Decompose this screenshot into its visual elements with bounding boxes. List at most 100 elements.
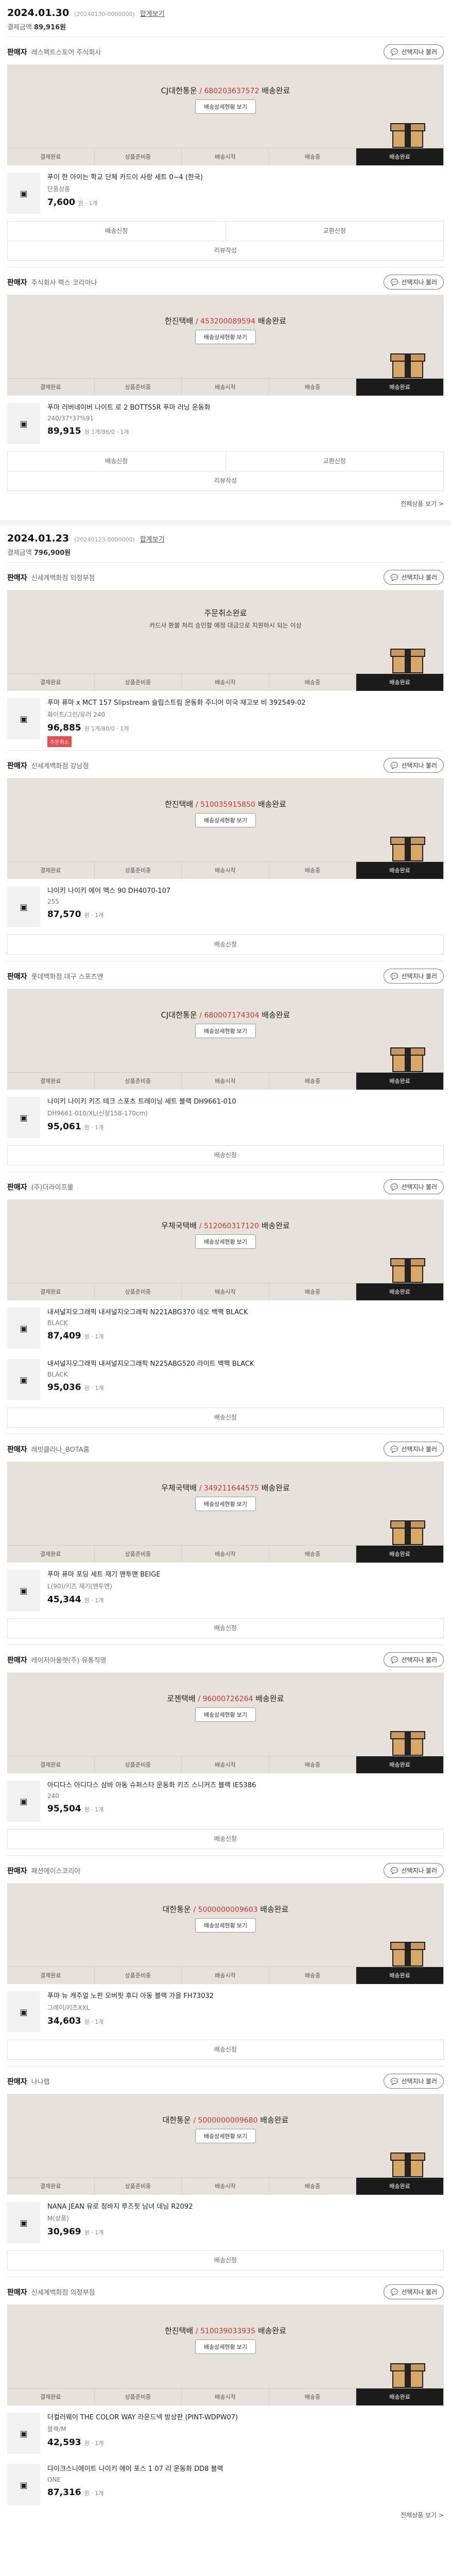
order-item[interactable]: ▣ 푸마 퓨마 포딩 세트 재기 맨투맨 BEIGE L(90)/키즈 재기(맨투맨… bbox=[7, 1563, 444, 1614]
view-all-link[interactable]: 전체상품 보기 > bbox=[7, 497, 444, 515]
product-title[interactable]: 더컬러웨이 THE COLOR WAY 라운드넥 방상판 (PINT-WDPW0… bbox=[47, 2413, 444, 2422]
action-button[interactable]: 교환신청 bbox=[225, 222, 444, 241]
carrier-name: CJ대한통운 bbox=[161, 1010, 197, 1020]
change-shipping-button[interactable]: 💬 선택지나 불러 bbox=[384, 570, 444, 585]
product-option: BLACK bbox=[47, 1319, 68, 1327]
seller-label: 판매자 bbox=[7, 573, 27, 582]
change-shipping-button[interactable]: 💬 선택지나 불러 bbox=[384, 275, 444, 290]
change-shipping-button[interactable]: 💬 선택지나 불러 bbox=[384, 1652, 444, 1667]
product-thumbnail[interactable]: ▣ bbox=[7, 698, 40, 739]
product-thumbnail[interactable]: ▣ bbox=[7, 2413, 40, 2454]
tracking-detail-button[interactable]: 배송상세현황 보기 bbox=[195, 330, 256, 344]
action-button[interactable]: 배송신청 bbox=[8, 935, 443, 954]
price-value: 96,885 bbox=[47, 723, 81, 733]
change-shipping-button[interactable]: 💬 선택지나 불러 bbox=[384, 2284, 444, 2299]
product-thumbnail[interactable]: ▣ bbox=[7, 1991, 40, 2032]
product-thumbnail[interactable]: ▣ bbox=[7, 2202, 40, 2243]
product-title[interactable]: 푸마 퓨마 포딩 세트 재기 맨투맨 BEIGE bbox=[47, 1570, 444, 1580]
tracking-detail-button[interactable]: 배송상세현황 보기 bbox=[195, 2340, 256, 2354]
action-button[interactable]: 배송신청 bbox=[8, 452, 226, 471]
product-title[interactable]: 푸마 뉴 캐주얼 노펀 오버핏 후디 아동 블랙 가을 FH73032 bbox=[47, 1991, 444, 2001]
order-date: 2024.01.23 bbox=[7, 533, 70, 544]
change-shipping-button[interactable]: 💬 선택지나 불러 bbox=[384, 1863, 444, 1878]
action-button[interactable]: 배송신청 bbox=[8, 1619, 443, 1638]
product-thumbnail[interactable]: ▣ bbox=[7, 1097, 40, 1138]
product-title[interactable]: 나이키 나이키 키즈 테크 스포츠 트레이닝 세트 블랙 DH9661-010 bbox=[47, 1097, 444, 1107]
seller-label: 판매자 bbox=[7, 278, 27, 287]
action-button[interactable]: 배송신청 bbox=[8, 1408, 443, 1427]
order-item[interactable]: ▣ 다이크스니에이트 나이키 에어 포스 1 07 리 운동화 DD8 블랙 ONE… bbox=[7, 2457, 444, 2509]
payment-summary: 결제금액 796,900원 bbox=[7, 547, 444, 557]
tracking-detail-button[interactable]: 배송상세현황 보기 bbox=[195, 1234, 256, 1249]
change-shipping-button[interactable]: 💬 선택지나 불러 bbox=[384, 969, 444, 984]
product-thumbnail[interactable]: ▣ bbox=[7, 403, 40, 444]
progress-step: 배송시작 bbox=[182, 1073, 269, 1090]
seller-info: 판매자 래빗클라나_BOTA홈 bbox=[7, 1444, 90, 1454]
order-date: 2024.01.30 bbox=[7, 7, 70, 19]
product-title[interactable]: 푸마 러버네이버 나이트 로 2 BOTTS5R 푸마 러닝 운동화 bbox=[47, 403, 444, 413]
product-title[interactable]: 푸이 한 아이는 학교 단체 카드이 사랑 세트 0~4 (한국) bbox=[47, 173, 444, 182]
order-item[interactable]: ▣ 나이키 나이키 에어 맥스 90 DH4070-107 255 87,570 원 ·… bbox=[7, 879, 444, 930]
item-actions: 배송신청 bbox=[7, 2250, 444, 2270]
action-button[interactable]: 배송신청 bbox=[8, 2040, 443, 2059]
change-shipping-button[interactable]: 💬 선택지나 불러 bbox=[384, 2074, 444, 2089]
product-thumbnail[interactable]: ▣ bbox=[7, 1570, 40, 1611]
action-button[interactable]: 리뷰작성 bbox=[8, 241, 443, 260]
action-button[interactable]: 배송신청 bbox=[8, 1146, 443, 1165]
tracking-detail-button[interactable]: 배송상세현황 보기 bbox=[195, 2129, 256, 2143]
product-title[interactable]: 푸마 퓨마 x MCT 157 Slipstream 슬립스트림 운동화 주니어… bbox=[47, 698, 444, 708]
order-item[interactable]: ▣ 내셔널지오그래픽 내셔널지오그래픽 N225ABG520 라이트 백팩 BLA… bbox=[7, 1352, 444, 1403]
tracking-detail-button[interactable]: 배송상세현황 보기 bbox=[195, 1497, 256, 1511]
change-shipping-button[interactable]: 💬 선택지나 불러 bbox=[384, 1442, 444, 1456]
image-placeholder-icon: ▣ bbox=[20, 1796, 28, 1806]
order-detail-link[interactable]: 합계보기 bbox=[140, 8, 165, 18]
order-item[interactable]: ▣ 나이키 나이키 키즈 테크 스포츠 트레이닝 세트 블랙 DH9661-010… bbox=[7, 1090, 444, 1141]
action-button[interactable]: 리뷰작성 bbox=[8, 471, 443, 490]
product-info: 푸마 퓨마 포딩 세트 재기 맨투맨 BEIGE L(90)/키즈 재기(맨투맨)… bbox=[47, 1570, 444, 1611]
order-item[interactable]: ▣ 내셔널지오그래픽 내셔널지오그래픽 N221ABG370 네오 백팩 BLAC… bbox=[7, 1300, 444, 1352]
product-title[interactable]: 나이키 나이키 에어 맥스 90 DH4070-107 bbox=[47, 886, 444, 896]
action-button[interactable]: 배송신청 bbox=[8, 222, 226, 241]
product-thumbnail[interactable]: ▣ bbox=[7, 1359, 40, 1400]
tracking-detail-button[interactable]: 배송상세현황 보기 bbox=[195, 99, 256, 114]
tracking-detail-button[interactable]: 배송상세현황 보기 bbox=[195, 1918, 256, 1933]
progress-step: 배송중 bbox=[269, 1546, 357, 1563]
product-thumbnail[interactable]: ▣ bbox=[7, 886, 40, 927]
change-shipping-button[interactable]: 💬 선택지나 불러 bbox=[384, 758, 444, 773]
progress-steps: 결제완료 상품준비중 배송시작 배송중 배송완료 bbox=[7, 378, 444, 396]
tracking-detail-button[interactable]: 배송상세현황 보기 bbox=[195, 1707, 256, 1722]
order-item[interactable]: ▣ 아디다스 아디다스 삼바 아동 슈퍼스타 운동화 키즈 스니커즈 블랙 IE5… bbox=[7, 1773, 444, 1825]
change-shipping-button[interactable]: 💬 선택지나 불러 bbox=[384, 1179, 444, 1194]
tracking-detail-button[interactable]: 배송상세현황 보기 bbox=[195, 813, 256, 827]
order-item[interactable]: ▣ NANA JEAN 유로 청바지 루즈핏 남녀 데님 R2092 M(상품) 30… bbox=[7, 2195, 444, 2246]
action-button[interactable]: 배송신청 bbox=[8, 1829, 443, 1849]
price-value: 87,409 bbox=[47, 1331, 81, 1341]
change-shipping-label: 선택지나 불러 bbox=[401, 762, 437, 769]
product-title[interactable]: 내셔널지오그래픽 내셔널지오그래픽 N225ABG520 라이트 백팩 BLAC… bbox=[47, 1359, 444, 1369]
action-row: 배송신청 bbox=[8, 1619, 443, 1638]
seller-info: 판매자 (주)더라이프몰 bbox=[7, 1182, 74, 1192]
product-title[interactable]: NANA JEAN 유로 청바지 루즈핏 남녀 데님 R2092 bbox=[47, 2202, 444, 2212]
action-button[interactable]: 교환신청 bbox=[225, 452, 444, 471]
order-item[interactable]: ▣ 푸이 한 아이는 학교 단체 카드이 사랑 세트 0~4 (한국) 단품상품 7,… bbox=[7, 165, 444, 217]
order-detail-link[interactable]: 합계보기 bbox=[140, 534, 165, 544]
product-title[interactable]: 아디다스 아디다스 삼바 아동 슈퍼스타 운동화 키즈 스니커즈 블랙 IE53… bbox=[47, 1781, 444, 1790]
product-thumbnail[interactable]: ▣ bbox=[7, 1781, 40, 1822]
change-shipping-button[interactable]: 💬 선택지나 불러 bbox=[384, 44, 444, 59]
view-all-link[interactable]: 전체상품 보기 > bbox=[7, 2509, 444, 2527]
product-title[interactable]: 다이크스니에이트 나이키 에어 포스 1 07 리 운동화 DD8 블랙 bbox=[47, 2464, 444, 2474]
seller-name: 패션에이스코리아 bbox=[31, 1868, 81, 1875]
tracking-detail-button[interactable]: 배송상세현황 보기 bbox=[195, 1024, 256, 1038]
product-title[interactable]: 내셔널지오그래픽 내셔널지오그래픽 N221ABG370 네오 백팩 BLACK bbox=[47, 1308, 444, 1317]
product-price: 87,409 원 · 1개 bbox=[47, 1331, 444, 1341]
order-item[interactable]: ▣ 푸마 뉴 캐주얼 노펀 오버핏 후디 아동 블랙 가을 FH73032 그레이/… bbox=[7, 1984, 444, 2036]
action-button[interactable]: 배송신청 bbox=[8, 2251, 443, 2270]
product-thumbnail[interactable]: ▣ bbox=[7, 2464, 40, 2505]
order-item[interactable]: ▣ 푸마 러버네이버 나이트 로 2 BOTTS5R 푸마 러닝 운동화 240/3… bbox=[7, 396, 444, 447]
product-thumbnail[interactable]: ▣ bbox=[7, 173, 40, 214]
order-item[interactable]: ▣ 더컬러웨이 THE COLOR WAY 라운드넥 방상판 (PINT-WDPW… bbox=[7, 2405, 444, 2457]
package-box-icon bbox=[390, 123, 425, 149]
order-history-page: 2024.01.30 (20240130-0000000) 합계보기 결제금액 89,… bbox=[0, 0, 451, 2527]
order-item[interactable]: ▣ 푸마 퓨마 x MCT 157 Slipstream 슬립스트림 운동화 주니… bbox=[7, 691, 444, 750]
product-thumbnail[interactable]: ▣ bbox=[7, 1308, 40, 1349]
